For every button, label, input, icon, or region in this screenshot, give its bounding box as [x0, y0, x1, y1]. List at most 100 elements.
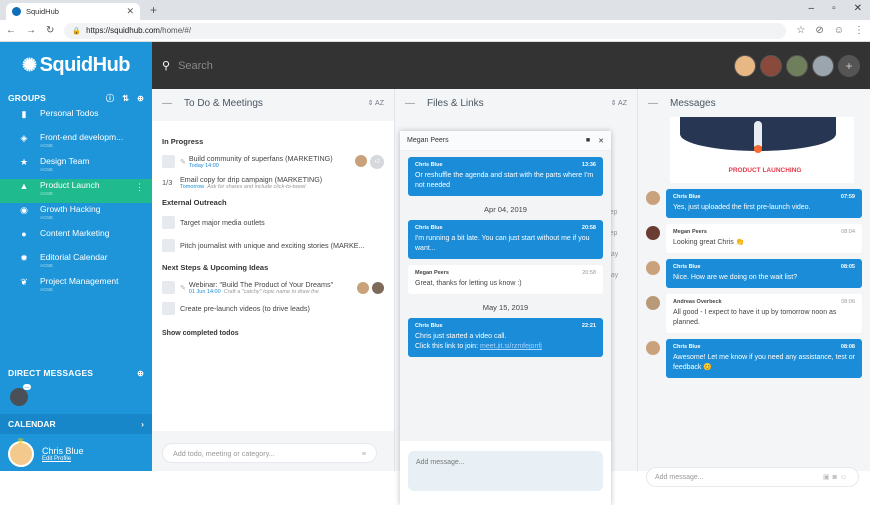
sidebar-item-growth-hacking[interactable]: ◉ Growth Hacking ACME [0, 203, 152, 227]
chat-bubble[interactable]: Chris Blue 22:21 Chris just started a vid… [408, 318, 603, 357]
close-tab-icon[interactable]: ✕ [126, 6, 134, 17]
sender-avatar[interactable] [646, 296, 660, 310]
reload-icon[interactable]: ↻ [46, 25, 54, 36]
todo-item[interactable]: Create pre-launch videos (to drive leads… [162, 299, 384, 318]
group-label: Growth Hacking [40, 204, 101, 214]
message-item: Chris Blue 07:59 Yes, just uploaded the f… [646, 189, 862, 218]
chat-input[interactable]: Add message... [408, 451, 603, 491]
todo-item[interactable]: Pitch journalist with unique and excitin… [162, 236, 384, 255]
star-icon: ★ [19, 157, 29, 167]
sort-az-button[interactable]: ⇕ AZ [368, 99, 384, 107]
collapse-icon[interactable]: — [648, 98, 658, 109]
sidebar-item-front-end[interactable]: ◈ Front-end developm... ACME [0, 131, 152, 155]
edit-profile-link[interactable]: Edit Profile [42, 456, 84, 462]
close-window-icon[interactable]: ✕ [854, 3, 862, 14]
assignee-avatar[interactable] [357, 281, 369, 294]
video-call-link[interactable]: meet.jit.si/rzmfejonfj [480, 343, 542, 350]
todo-item[interactable]: 1/3 Email copy for drip campaign (MARKET… [162, 173, 384, 192]
add-todo-input[interactable]: Add todo, meeting or category... ≡ [162, 443, 377, 463]
todo-checkbox[interactable] [162, 302, 175, 315]
calendar-header[interactable]: CALENDAR › [0, 414, 152, 434]
todo-text: Pitch journalist with unique and excitin… [180, 241, 365, 250]
member-avatar[interactable] [734, 54, 756, 77]
attach-icon[interactable]: ▣ [823, 474, 833, 481]
todo-checkbox[interactable] [162, 281, 175, 294]
assignee-avatar[interactable] [355, 154, 367, 167]
rocket-icon: ▲ [19, 181, 29, 191]
message-bubble[interactable]: Chris Blue 08:08 Awesome! Let me know if … [666, 339, 862, 378]
collapse-icon[interactable]: — [162, 98, 172, 109]
sender-avatar[interactable] [646, 191, 660, 205]
message-text: Click this link to join: [415, 343, 479, 350]
sidebar-item-product-launch[interactable]: ▲ Product Launch ACME ⋮ [0, 179, 152, 203]
bookmark-star-icon[interactable]: ☆ [796, 25, 805, 36]
sort-icon[interactable]: ⇅ [122, 94, 129, 103]
extension-icon[interactable]: ⊘ [815, 25, 823, 36]
member-avatar[interactable] [786, 54, 808, 77]
forward-icon[interactable]: → [26, 25, 36, 36]
new-tab-icon[interactable]: + [150, 3, 157, 17]
message-item: Chris Blue 08:05 Nice. How are we doing o… [646, 259, 862, 288]
camera-icon[interactable]: ◙ [833, 474, 840, 481]
message-time: 20:58 [582, 270, 596, 276]
url-field[interactable]: 🔒 https://squidhub.com /home/#/ [64, 22, 787, 39]
chat-bubble[interactable]: Chris Blue 13:36 Or reshuffle the agenda … [408, 157, 603, 196]
date-separator: Apr 04, 2019 [484, 205, 527, 214]
message-bubble[interactable]: Megan Peers 08:04 Looking great Chris 👏 [666, 224, 862, 253]
chat-bubble[interactable]: Chris Blue 20:58 I'm running a bit late. … [408, 220, 603, 259]
add-group-icon[interactable]: ⊕ [137, 94, 144, 103]
browser-tab[interactable]: SquidHub ✕ [6, 3, 140, 20]
profile-icon[interactable]: ☺ [834, 25, 844, 36]
add-dm-icon[interactable]: ⊕ [137, 369, 144, 378]
info-icon[interactable]: ⓘ [106, 93, 114, 104]
sidebar-item-design-team[interactable]: ★ Design Team ACME [0, 155, 152, 179]
todo-item[interactable]: ✎ Webinar: "Build The Product of Your Dr… [162, 278, 384, 297]
chat-bubble[interactable]: Megan Peers 20:58 Great, thanks for letti… [408, 265, 603, 294]
user-avatar[interactable]: ♛ [8, 437, 34, 467]
member-avatar[interactable] [760, 54, 782, 77]
maximize-icon[interactable]: ▫ [832, 3, 836, 14]
todo-item[interactable]: ✎ Build community of superfans (MARKETIN… [162, 152, 384, 171]
todo-section-title: Next Steps & Upcoming Ideas [162, 263, 269, 272]
video-call-icon[interactable]: ■ [586, 137, 590, 144]
sidebar-item-personal-todos[interactable]: ▮ Personal Todos [0, 107, 152, 131]
message-input[interactable]: Add message... ▣◙☺ [646, 467, 859, 487]
todo-checkbox[interactable] [162, 239, 175, 252]
todo-icon: ▮ [21, 109, 27, 119]
group-label: Design Team [40, 156, 90, 166]
add-member-icon[interactable]: + [838, 54, 860, 77]
dm-avatar[interactable] [10, 384, 31, 406]
assignee-count-badge[interactable]: +2 [370, 154, 384, 169]
minimize-icon[interactable]: – [809, 3, 815, 14]
sidebar-item-project-management[interactable]: ❦ Project Management ACME [0, 275, 152, 299]
close-chat-icon[interactable]: ✕ [598, 137, 604, 145]
sort-az-button[interactable]: ⇕ AZ [611, 99, 627, 107]
menu-lines-icon[interactable]: ≡ [362, 449, 366, 458]
message-bubble[interactable]: Andreas Overbeck 08:06 All good - I expec… [666, 294, 862, 333]
show-completed-link[interactable]: Show completed todos [162, 330, 384, 337]
group-more-icon[interactable]: ⋮ [135, 182, 144, 193]
group-label: Product Launch [40, 180, 100, 190]
menu-icon[interactable]: ⋮ [854, 25, 864, 36]
todo-checkbox[interactable] [162, 155, 175, 168]
sidebar-item-editorial-calendar[interactable]: ✹ Editorial Calendar ACME [0, 251, 152, 275]
collapse-icon[interactable]: — [405, 98, 415, 109]
sender-avatar[interactable] [646, 226, 660, 240]
message-text: All good - I expect to have it up by tom… [673, 309, 837, 326]
product-launch-banner[interactable]: PRODUCT LAUNCHING [670, 117, 854, 183]
window-controls: – ▫ ✕ [809, 3, 863, 14]
emoji-icon[interactable]: ☺ [840, 474, 850, 481]
assignee-avatar[interactable] [372, 281, 384, 294]
sender-avatar[interactable] [646, 341, 660, 355]
todo-checkbox[interactable] [162, 216, 175, 229]
sidebar-item-content-marketing[interactable]: ● Content Marketing [0, 227, 152, 251]
message-bubble[interactable]: Chris Blue 07:59 Yes, just uploaded the f… [666, 189, 862, 218]
logo[interactable]: ✺ SquidHub [0, 42, 152, 89]
member-avatar[interactable] [812, 54, 834, 77]
search-input[interactable]: Search [178, 60, 734, 72]
sender-avatar[interactable] [646, 261, 660, 275]
tab-title: SquidHub [26, 7, 59, 16]
todo-item[interactable]: Target major media outlets [162, 213, 384, 232]
message-bubble[interactable]: Chris Blue 08:05 Nice. How are we doing o… [666, 259, 862, 288]
back-icon[interactable]: ← [6, 25, 16, 36]
